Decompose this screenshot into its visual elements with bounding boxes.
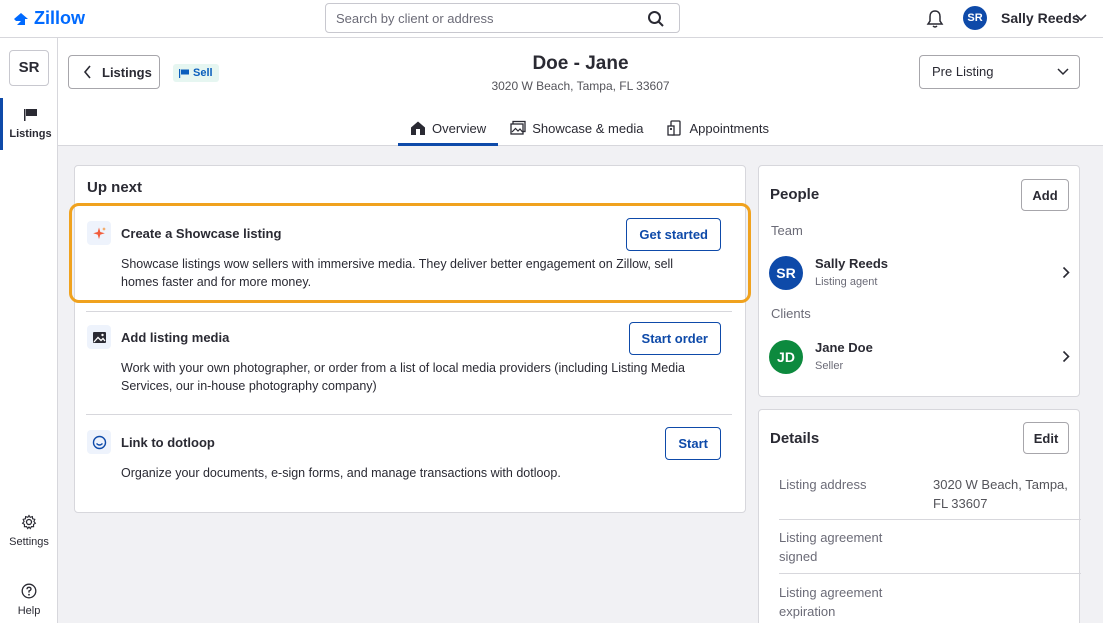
chevron-right-icon	[1062, 266, 1070, 279]
start-order-button[interactable]: Start order	[628, 322, 721, 355]
listing-stage-value: Pre Listing	[932, 64, 994, 79]
start-dotloop-button[interactable]: Start	[665, 427, 721, 460]
people-title: People	[770, 186, 820, 203]
tab-showcase-media[interactable]: Showcase & media	[498, 110, 655, 146]
chevron-down-icon	[1057, 68, 1069, 76]
people-card: People Add Team SR Sally Reeds Listing a…	[758, 165, 1080, 397]
rail-item-label: Settings	[9, 536, 49, 548]
image-icon	[510, 120, 526, 135]
flag-icon	[23, 109, 37, 121]
chevron-down-icon[interactable]	[1074, 13, 1088, 23]
user-avatar[interactable]: SR	[963, 6, 987, 30]
listing-header: Listings Sell Doe - Jane 3020 W Beach, T…	[58, 38, 1103, 146]
detail-value: 3020 W Beach, Tampa, FL 33607	[933, 477, 1068, 511]
left-rail: SR Listings Settings Help	[0, 38, 58, 623]
detail-label: Listing address	[779, 477, 867, 492]
detail-label: Listing agreement signed	[779, 530, 883, 564]
zillow-logo-text: Zillow	[34, 8, 85, 28]
rail-item-listings[interactable]: Listings	[0, 98, 58, 150]
task-icon-box	[87, 325, 111, 349]
search-input[interactable]	[336, 4, 636, 32]
photo-icon	[92, 331, 106, 343]
person-role: Seller	[815, 360, 844, 372]
search-box[interactable]	[325, 3, 680, 33]
appointment-icon	[667, 120, 682, 136]
rail-item-label: Listings	[9, 128, 52, 140]
task-title: Link to dotloop	[121, 435, 215, 450]
task-description: Work with your own photographer, or orde…	[121, 361, 685, 393]
task-highlight-outline	[69, 203, 751, 303]
listing-tabs: Overview Showcase & media Appointments	[398, 110, 781, 146]
detail-label: Listing agreement expiration	[779, 585, 883, 619]
person-name: Sally Reeds	[815, 256, 888, 271]
avatar: SR	[769, 256, 803, 290]
task-divider	[86, 311, 732, 312]
team-label: Team	[771, 223, 803, 238]
task-divider	[86, 414, 732, 415]
zillow-logo[interactable]: Zillow	[12, 8, 85, 29]
help-icon	[21, 583, 37, 599]
add-person-button[interactable]: Add	[1021, 179, 1069, 211]
gear-icon	[21, 514, 37, 530]
details-card: Details Edit Listing address 3020 W Beac…	[758, 409, 1081, 623]
top-bar: Zillow SR Sally Reeds	[0, 0, 1103, 38]
clients-label: Clients	[771, 306, 811, 321]
tab-label: Overview	[432, 120, 487, 136]
zillow-logo-icon	[14, 12, 28, 25]
detail-divider	[779, 573, 1081, 574]
rail-item-help[interactable]: Help	[0, 583, 58, 617]
chevron-right-icon	[1062, 350, 1070, 363]
up-next-title: Up next	[87, 179, 143, 196]
rail-account-button[interactable]: SR	[9, 50, 49, 86]
tab-appointments[interactable]: Appointments	[655, 110, 781, 146]
rail-item-settings[interactable]: Settings	[0, 514, 58, 548]
tab-label: Showcase & media	[532, 120, 644, 136]
task-description: Organize your documents, e-sign forms, a…	[121, 466, 561, 480]
rail-item-label: Help	[17, 605, 41, 617]
person-row-team[interactable]: SR Sally Reeds Listing agent	[769, 252, 1074, 296]
details-title: Details	[770, 430, 820, 447]
tab-overview[interactable]: Overview	[398, 110, 499, 146]
home-icon	[411, 121, 425, 135]
person-row-client[interactable]: JD Jane Doe Seller	[769, 336, 1074, 380]
detail-divider	[779, 519, 1081, 520]
person-name: Jane Doe	[815, 340, 873, 355]
task-icon-box	[87, 430, 111, 454]
listing-stage-select[interactable]: Pre Listing	[919, 55, 1080, 89]
dotloop-icon	[92, 435, 106, 449]
notifications-bell-icon[interactable]	[926, 9, 944, 29]
avatar: JD	[769, 340, 803, 374]
person-role: Listing agent	[815, 276, 878, 288]
tab-label: Appointments	[689, 120, 769, 136]
task-title: Add listing media	[121, 330, 230, 345]
search-icon[interactable]	[647, 10, 665, 28]
edit-details-button[interactable]: Edit	[1023, 422, 1069, 454]
user-name[interactable]: Sally Reeds	[1001, 10, 1080, 26]
